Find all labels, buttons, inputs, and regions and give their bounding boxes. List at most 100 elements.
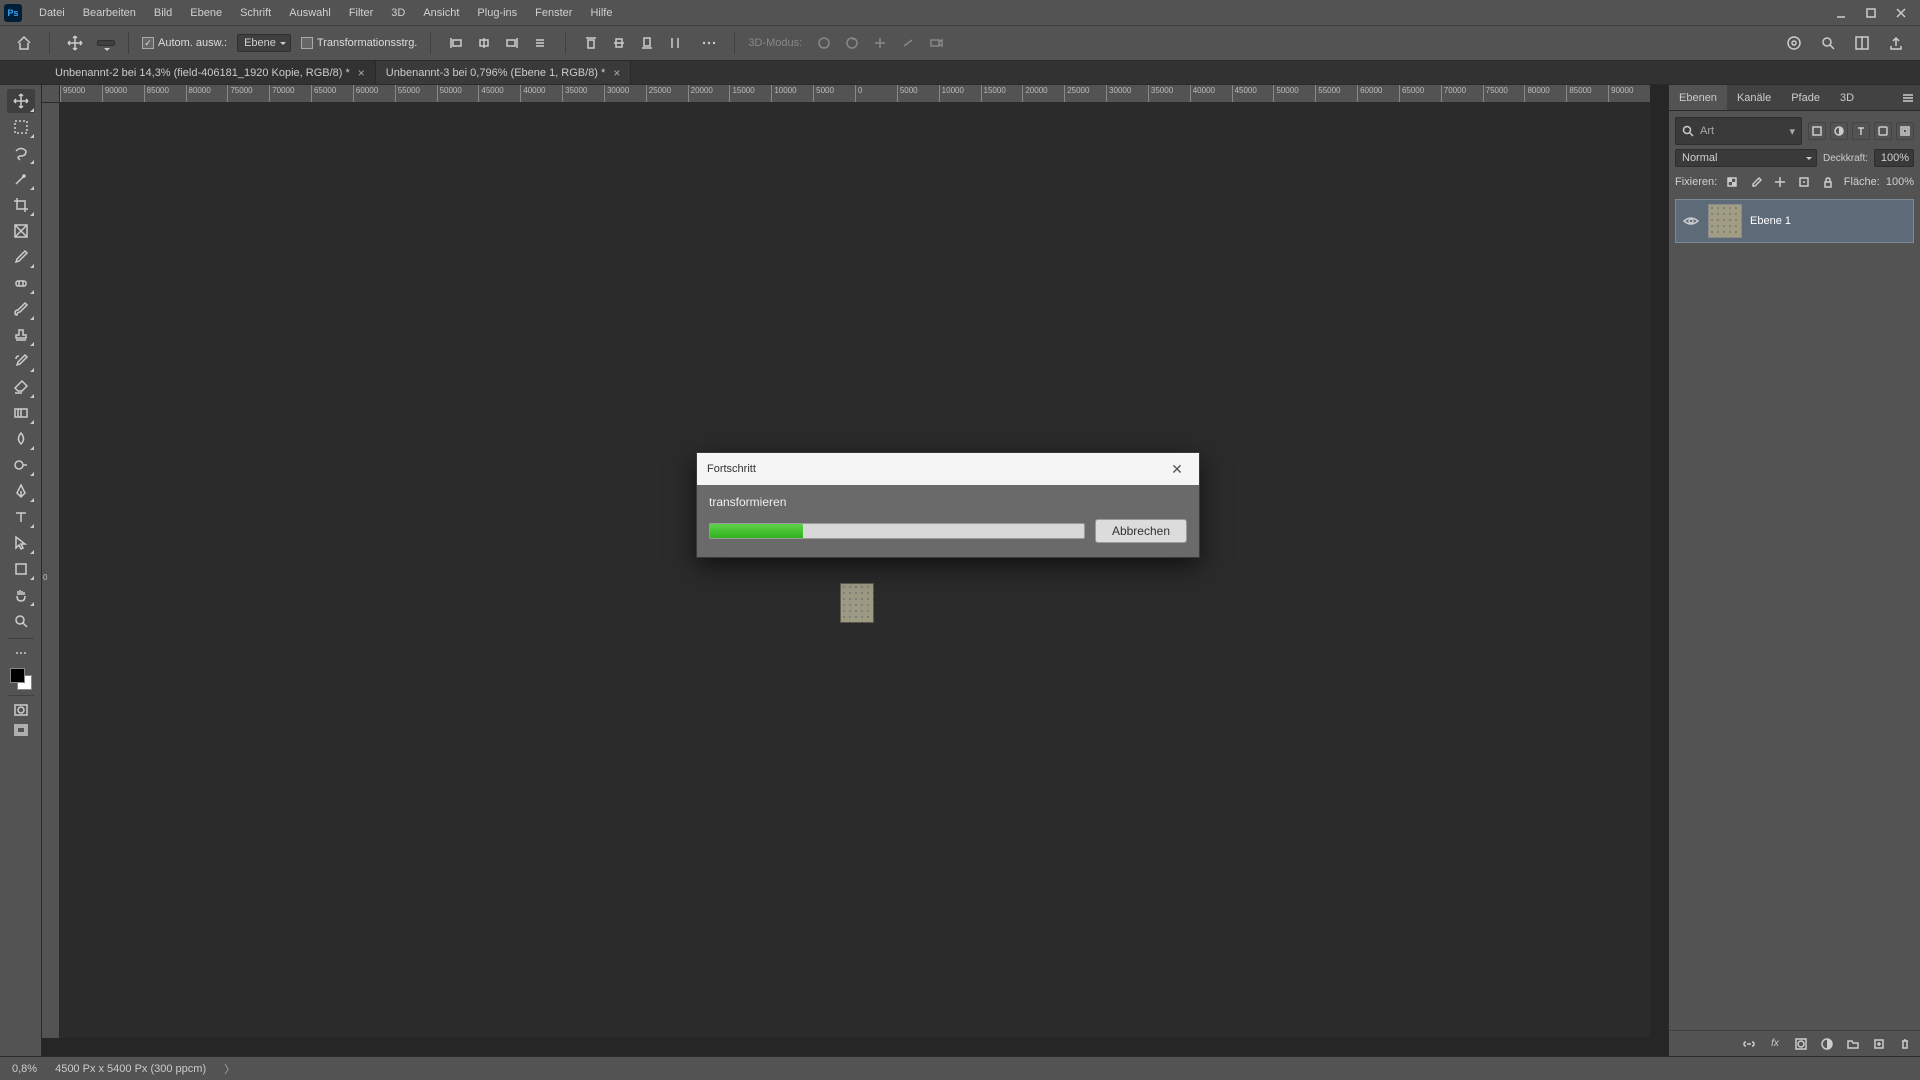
gradient-tool[interactable]: [7, 401, 35, 425]
lock-transparency-button[interactable]: [1723, 173, 1741, 191]
transform-controls-checkbox[interactable]: Transformationsstrg.: [301, 37, 417, 49]
dodge-tool[interactable]: [7, 453, 35, 477]
mode-3d-roll-button[interactable]: [840, 31, 864, 55]
mode-3d-camera-button[interactable]: [924, 31, 948, 55]
edit-toolbar-button[interactable]: [9, 644, 33, 662]
horizontal-ruler[interactable]: 9500090000850008000075000700006500060000…: [60, 85, 1650, 103]
align-bottom-button[interactable]: [635, 31, 659, 55]
workspace-button[interactable]: [1850, 31, 1874, 55]
move-tool-icon[interactable]: [63, 31, 87, 55]
cancel-button[interactable]: Abbrechen: [1095, 519, 1187, 543]
doc-tab-1[interactable]: Unbenannt-3 bei 0,796% (Ebene 1, RGB/8) …: [376, 61, 632, 84]
eraser-tool[interactable]: [7, 375, 35, 399]
vertical-ruler[interactable]: 0: [42, 103, 60, 1038]
new-adjustment-button[interactable]: [1818, 1035, 1836, 1053]
align-right-button[interactable]: [500, 31, 524, 55]
auto-select-checkbox[interactable]: Autom. ausw.:: [142, 37, 227, 49]
layer-fx-button[interactable]: fx: [1766, 1035, 1784, 1053]
mode-3d-orbit-button[interactable]: [812, 31, 836, 55]
menu-auswahl[interactable]: Auswahl: [280, 0, 340, 25]
doc-tab-0[interactable]: Unbenannt-2 bei 14,3% (field-406181_1920…: [45, 61, 376, 84]
layer-row[interactable]: Ebene 1: [1675, 199, 1914, 243]
type-tool[interactable]: [7, 505, 35, 529]
frame-tool[interactable]: [7, 219, 35, 243]
opacity-value[interactable]: 100%: [1874, 149, 1914, 167]
menu-hilfe[interactable]: Hilfe: [581, 0, 621, 25]
menu-ebene[interactable]: Ebene: [181, 0, 231, 25]
align-top-button[interactable]: [579, 31, 603, 55]
lock-all-button[interactable]: [1819, 173, 1837, 191]
menu-fenster[interactable]: Fenster: [526, 0, 581, 25]
window-close-button[interactable]: [1886, 0, 1916, 25]
screen-mode-button[interactable]: [9, 721, 33, 739]
home-button[interactable]: [12, 31, 36, 55]
healing-tool[interactable]: [7, 271, 35, 295]
magic-wand-tool[interactable]: [7, 167, 35, 191]
layer-visibility-toggle[interactable]: [1682, 215, 1700, 227]
tool-preset-dropdown[interactable]: [97, 40, 115, 46]
zoom-level[interactable]: 0,8%: [12, 1063, 37, 1075]
filter-type-button[interactable]: [1852, 122, 1870, 140]
eyedropper-tool[interactable]: [7, 245, 35, 269]
align-center-v-button[interactable]: [607, 31, 631, 55]
menu-filter[interactable]: Filter: [340, 0, 382, 25]
layer-thumbnail[interactable]: [1708, 204, 1742, 238]
menu-plug-ins[interactable]: Plug-ins: [468, 0, 526, 25]
distribute-more-button[interactable]: [663, 31, 687, 55]
blur-tool[interactable]: [7, 427, 35, 451]
filter-adjust-button[interactable]: [1830, 122, 1848, 140]
blend-mode-dropdown[interactable]: Normal: [1675, 149, 1817, 167]
panel-tab-kanäle[interactable]: Kanäle: [1727, 85, 1781, 110]
lock-position-button[interactable]: [1771, 173, 1789, 191]
align-left-button[interactable]: [444, 31, 468, 55]
doc-info[interactable]: 4500 Px x 5400 Px (300 ppcm): [55, 1063, 206, 1075]
panel-tab-3d[interactable]: 3D: [1830, 85, 1864, 110]
dialog-close-button[interactable]: ✕: [1165, 461, 1189, 478]
menu-bearbeiten[interactable]: Bearbeiten: [74, 0, 145, 25]
ruler-origin[interactable]: [42, 85, 60, 103]
panel-menu-button[interactable]: [1896, 85, 1920, 110]
hand-tool[interactable]: [7, 583, 35, 607]
tab-close-button[interactable]: ×: [613, 67, 620, 79]
placed-image[interactable]: [840, 583, 874, 623]
canvas-area[interactable]: 9500090000850008000075000700006500060000…: [42, 85, 1668, 1056]
window-restore-button[interactable]: [1856, 0, 1886, 25]
filter-smart-button[interactable]: [1896, 122, 1914, 140]
brush-tool[interactable]: [7, 297, 35, 321]
crop-tool[interactable]: [7, 193, 35, 217]
shape-tool[interactable]: [7, 557, 35, 581]
filter-shape-button[interactable]: [1874, 122, 1892, 140]
filter-pixel-button[interactable]: [1808, 122, 1826, 140]
lock-pixels-button[interactable]: [1747, 173, 1765, 191]
menu-bild[interactable]: Bild: [145, 0, 181, 25]
layer-name[interactable]: Ebene 1: [1750, 215, 1791, 227]
add-mask-button[interactable]: [1792, 1035, 1810, 1053]
fill-value[interactable]: 100%: [1886, 176, 1914, 188]
delete-layer-button[interactable]: [1896, 1035, 1914, 1053]
path-select-tool[interactable]: [7, 531, 35, 555]
align-center-h-button[interactable]: [472, 31, 496, 55]
move-tool[interactable]: [7, 89, 35, 113]
marquee-tool[interactable]: [7, 115, 35, 139]
link-layers-button[interactable]: [1740, 1035, 1758, 1053]
new-group-button[interactable]: [1844, 1035, 1862, 1053]
menu-datei[interactable]: Datei: [30, 0, 74, 25]
layer-filter-type-dropdown[interactable]: Art ▾: [1675, 117, 1802, 145]
menu-3d[interactable]: 3D: [382, 0, 414, 25]
cloud-docs-button[interactable]: [1782, 31, 1806, 55]
auto-select-target-dropdown[interactable]: Ebene: [237, 34, 291, 52]
doc-info-chevron-icon[interactable]: 〉: [224, 1061, 235, 1077]
share-button[interactable]: [1884, 31, 1908, 55]
panel-tab-ebenen[interactable]: Ebenen: [1669, 85, 1727, 110]
dialog-title-bar[interactable]: Fortschritt ✕: [697, 453, 1199, 485]
pen-tool[interactable]: [7, 479, 35, 503]
lock-artboard-button[interactable]: [1795, 173, 1813, 191]
search-button[interactable]: [1816, 31, 1840, 55]
more-options-button[interactable]: [697, 31, 721, 55]
new-layer-button[interactable]: [1870, 1035, 1888, 1053]
mode-3d-pan-button[interactable]: [868, 31, 892, 55]
menu-schrift[interactable]: Schrift: [231, 0, 280, 25]
zoom-tool[interactable]: [7, 609, 35, 633]
lasso-tool[interactable]: [7, 141, 35, 165]
mode-3d-slide-button[interactable]: [896, 31, 920, 55]
